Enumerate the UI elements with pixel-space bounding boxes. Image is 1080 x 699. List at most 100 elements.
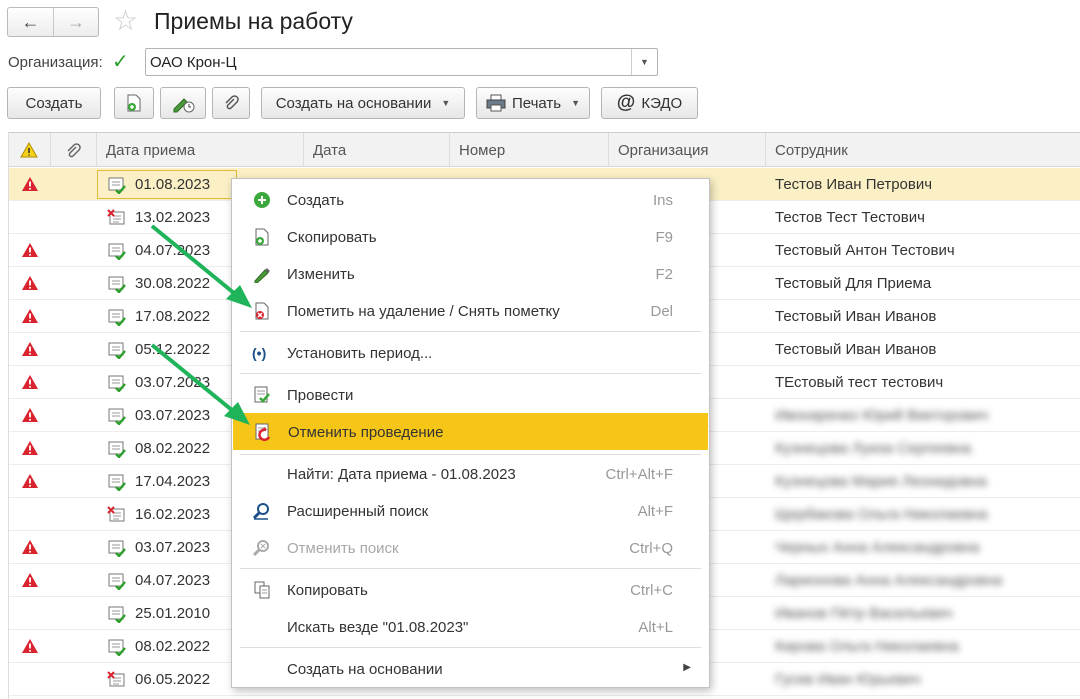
warning-icon <box>22 639 38 653</box>
warning-icon <box>22 342 38 356</box>
copy-doc-icon <box>255 228 269 246</box>
warning-triangle-icon <box>20 142 38 158</box>
menu-item-label: Пометить на удаление / Снять пометку <box>287 303 560 320</box>
header-hire-date[interactable]: Дата приема <box>97 133 304 167</box>
menu-item-cancel-search: Отменить поиск Ctrl+Q <box>232 529 709 566</box>
menu-item-shortcut: Del <box>650 303 673 320</box>
organization-value: ОАО Крон-Ц <box>150 54 237 71</box>
menu-separator <box>240 331 701 332</box>
employee-cell: Щербакова Ольга Николаевна <box>775 506 988 523</box>
employee-cell: ТЕстовый тест тестович <box>775 374 944 391</box>
posted-document-icon <box>108 375 126 392</box>
warning-icon <box>22 408 38 422</box>
menu-item-edit[interactable]: Изменить F2 <box>232 255 709 292</box>
posted-document-icon <box>108 276 126 293</box>
posted-document-icon <box>108 474 126 491</box>
warning-icon <box>22 177 38 191</box>
arrow-left-icon: ← <box>21 11 40 32</box>
menu-item-label: Копировать <box>287 582 368 599</box>
employee-cell: Тестовый Антон Тестович <box>775 242 955 259</box>
menu-item-label: Установить период... <box>287 345 433 362</box>
warning-icon <box>22 375 38 389</box>
header-employee[interactable]: Сотрудник <box>766 133 1080 167</box>
menu-item-label: Отменить поиск <box>287 540 399 557</box>
period-icon: (•) <box>252 345 267 361</box>
print-label: Печать <box>511 94 562 112</box>
warning-icon <box>22 573 38 587</box>
menu-item-shortcut: F9 <box>655 229 673 246</box>
kedo-button[interactable]: @ КЭДО <box>601 87 698 119</box>
menu-item-create[interactable]: Создать Ins <box>232 181 709 218</box>
menu-item-copy[interactable]: Скопировать F9 <box>232 218 709 255</box>
header-organization[interactable]: Организация <box>609 133 766 167</box>
menu-item-post[interactable]: Провести <box>232 376 709 413</box>
favorite-star-icon[interactable]: ☆ <box>113 6 138 36</box>
mark-delete-icon <box>255 302 269 320</box>
menu-item-create-based[interactable]: Создать на основании ▶ <box>232 650 709 687</box>
posted-document-icon <box>108 408 126 425</box>
menu-item-label: Провести <box>287 387 354 404</box>
create-button[interactable]: Создать <box>7 87 101 119</box>
forward-button[interactable]: → <box>52 8 98 36</box>
menu-item-label: Найти: Дата приема - 01.08.2023 <box>287 466 516 483</box>
posted-document-icon <box>108 243 126 260</box>
deleted-document-icon <box>107 209 125 225</box>
menu-item-label: Искать везде "01.08.2023" <box>287 619 469 636</box>
header-warning[interactable] <box>9 133 51 167</box>
employee-cell: Тестовый Для Приема <box>775 275 932 292</box>
menu-separator <box>240 373 701 374</box>
plus-circle-icon <box>254 192 270 208</box>
header-attachments[interactable] <box>51 133 97 167</box>
employee-cell: Ивонаренко Юрий Викторович <box>775 407 989 424</box>
edit-period-button[interactable] <box>160 87 206 119</box>
create-based-on-button[interactable]: Создать на основании ▼ <box>261 87 465 119</box>
warning-icon <box>22 441 38 455</box>
menu-item-shortcut: Ins <box>652 192 673 209</box>
menu-item-mark-delete[interactable]: Пометить на удаление / Снять пометку Del <box>232 292 709 329</box>
organization-filter: Организация: ✓ ОАО Крон-Ц ▼ <box>0 48 1080 78</box>
organization-checkbox[interactable]: ✓ <box>112 52 132 72</box>
menu-separator <box>240 568 701 569</box>
menu-item-copy-clipboard[interactable]: Копировать Ctrl+C <box>232 571 709 608</box>
menu-item-shortcut: Ctrl+Q <box>629 540 673 557</box>
employee-cell: Черных Анна Александровна <box>775 539 980 556</box>
menu-item-shortcut: Ctrl+C <box>630 582 673 599</box>
header-date[interactable]: Дата <box>304 133 450 167</box>
paperclip-icon <box>67 143 81 158</box>
copy-button[interactable] <box>114 87 154 119</box>
clipboard-icon <box>254 581 270 599</box>
posted-document-icon <box>108 342 126 359</box>
menu-item-set-period[interactable]: (•) Установить период... <box>232 334 709 371</box>
back-button[interactable]: ← <box>8 8 53 36</box>
warning-icon <box>22 309 38 323</box>
menu-item-search-everywhere[interactable]: Искать везде "01.08.2023" Alt+L <box>232 608 709 645</box>
posted-document-icon <box>108 441 126 458</box>
employee-cell: Иванов Пётр Васильевич <box>775 605 953 622</box>
arrow-right-icon: → <box>66 11 85 32</box>
table-header: Дата приема Дата Номер Организация Сотру… <box>9 133 1080 167</box>
posted-document-icon <box>108 540 126 557</box>
post-icon <box>254 386 270 403</box>
print-button[interactable]: Печать ▼ <box>476 87 590 119</box>
pencil-icon <box>254 268 270 283</box>
caret-down-icon: ▼ <box>441 98 451 108</box>
warning-icon <box>22 540 38 554</box>
header-number[interactable]: Номер <box>450 133 609 167</box>
menu-item-shortcut: Ctrl+Alt+F <box>605 466 673 483</box>
create-button-label: Создать <box>25 94 83 112</box>
pencil-clock-icon <box>173 98 195 113</box>
nav-buttons: ← → <box>7 7 99 37</box>
menu-item-find[interactable]: Найти: Дата приема - 01.08.2023 Ctrl+Alt… <box>232 455 709 492</box>
organization-field[interactable]: ОАО Крон-Ц ▼ <box>145 48 658 76</box>
context-menu: Создать Ins Скопировать F9 Изменить F2 П… <box>231 178 710 688</box>
search-icon <box>252 503 269 520</box>
menu-item-shortcut: F2 <box>655 266 673 283</box>
menu-item-advanced-search[interactable]: Расширенный поиск Alt+F <box>232 492 709 529</box>
employee-cell: Тестов Иван Петрович <box>775 176 933 193</box>
posted-document-icon <box>108 606 126 623</box>
menu-item-shortcut: Alt+L <box>638 619 673 636</box>
attach-button[interactable] <box>212 87 250 119</box>
menu-item-unpost[interactable]: Отменить проведение <box>233 413 708 450</box>
warning-icon <box>22 474 38 488</box>
dropdown-icon[interactable]: ▼ <box>631 49 657 75</box>
